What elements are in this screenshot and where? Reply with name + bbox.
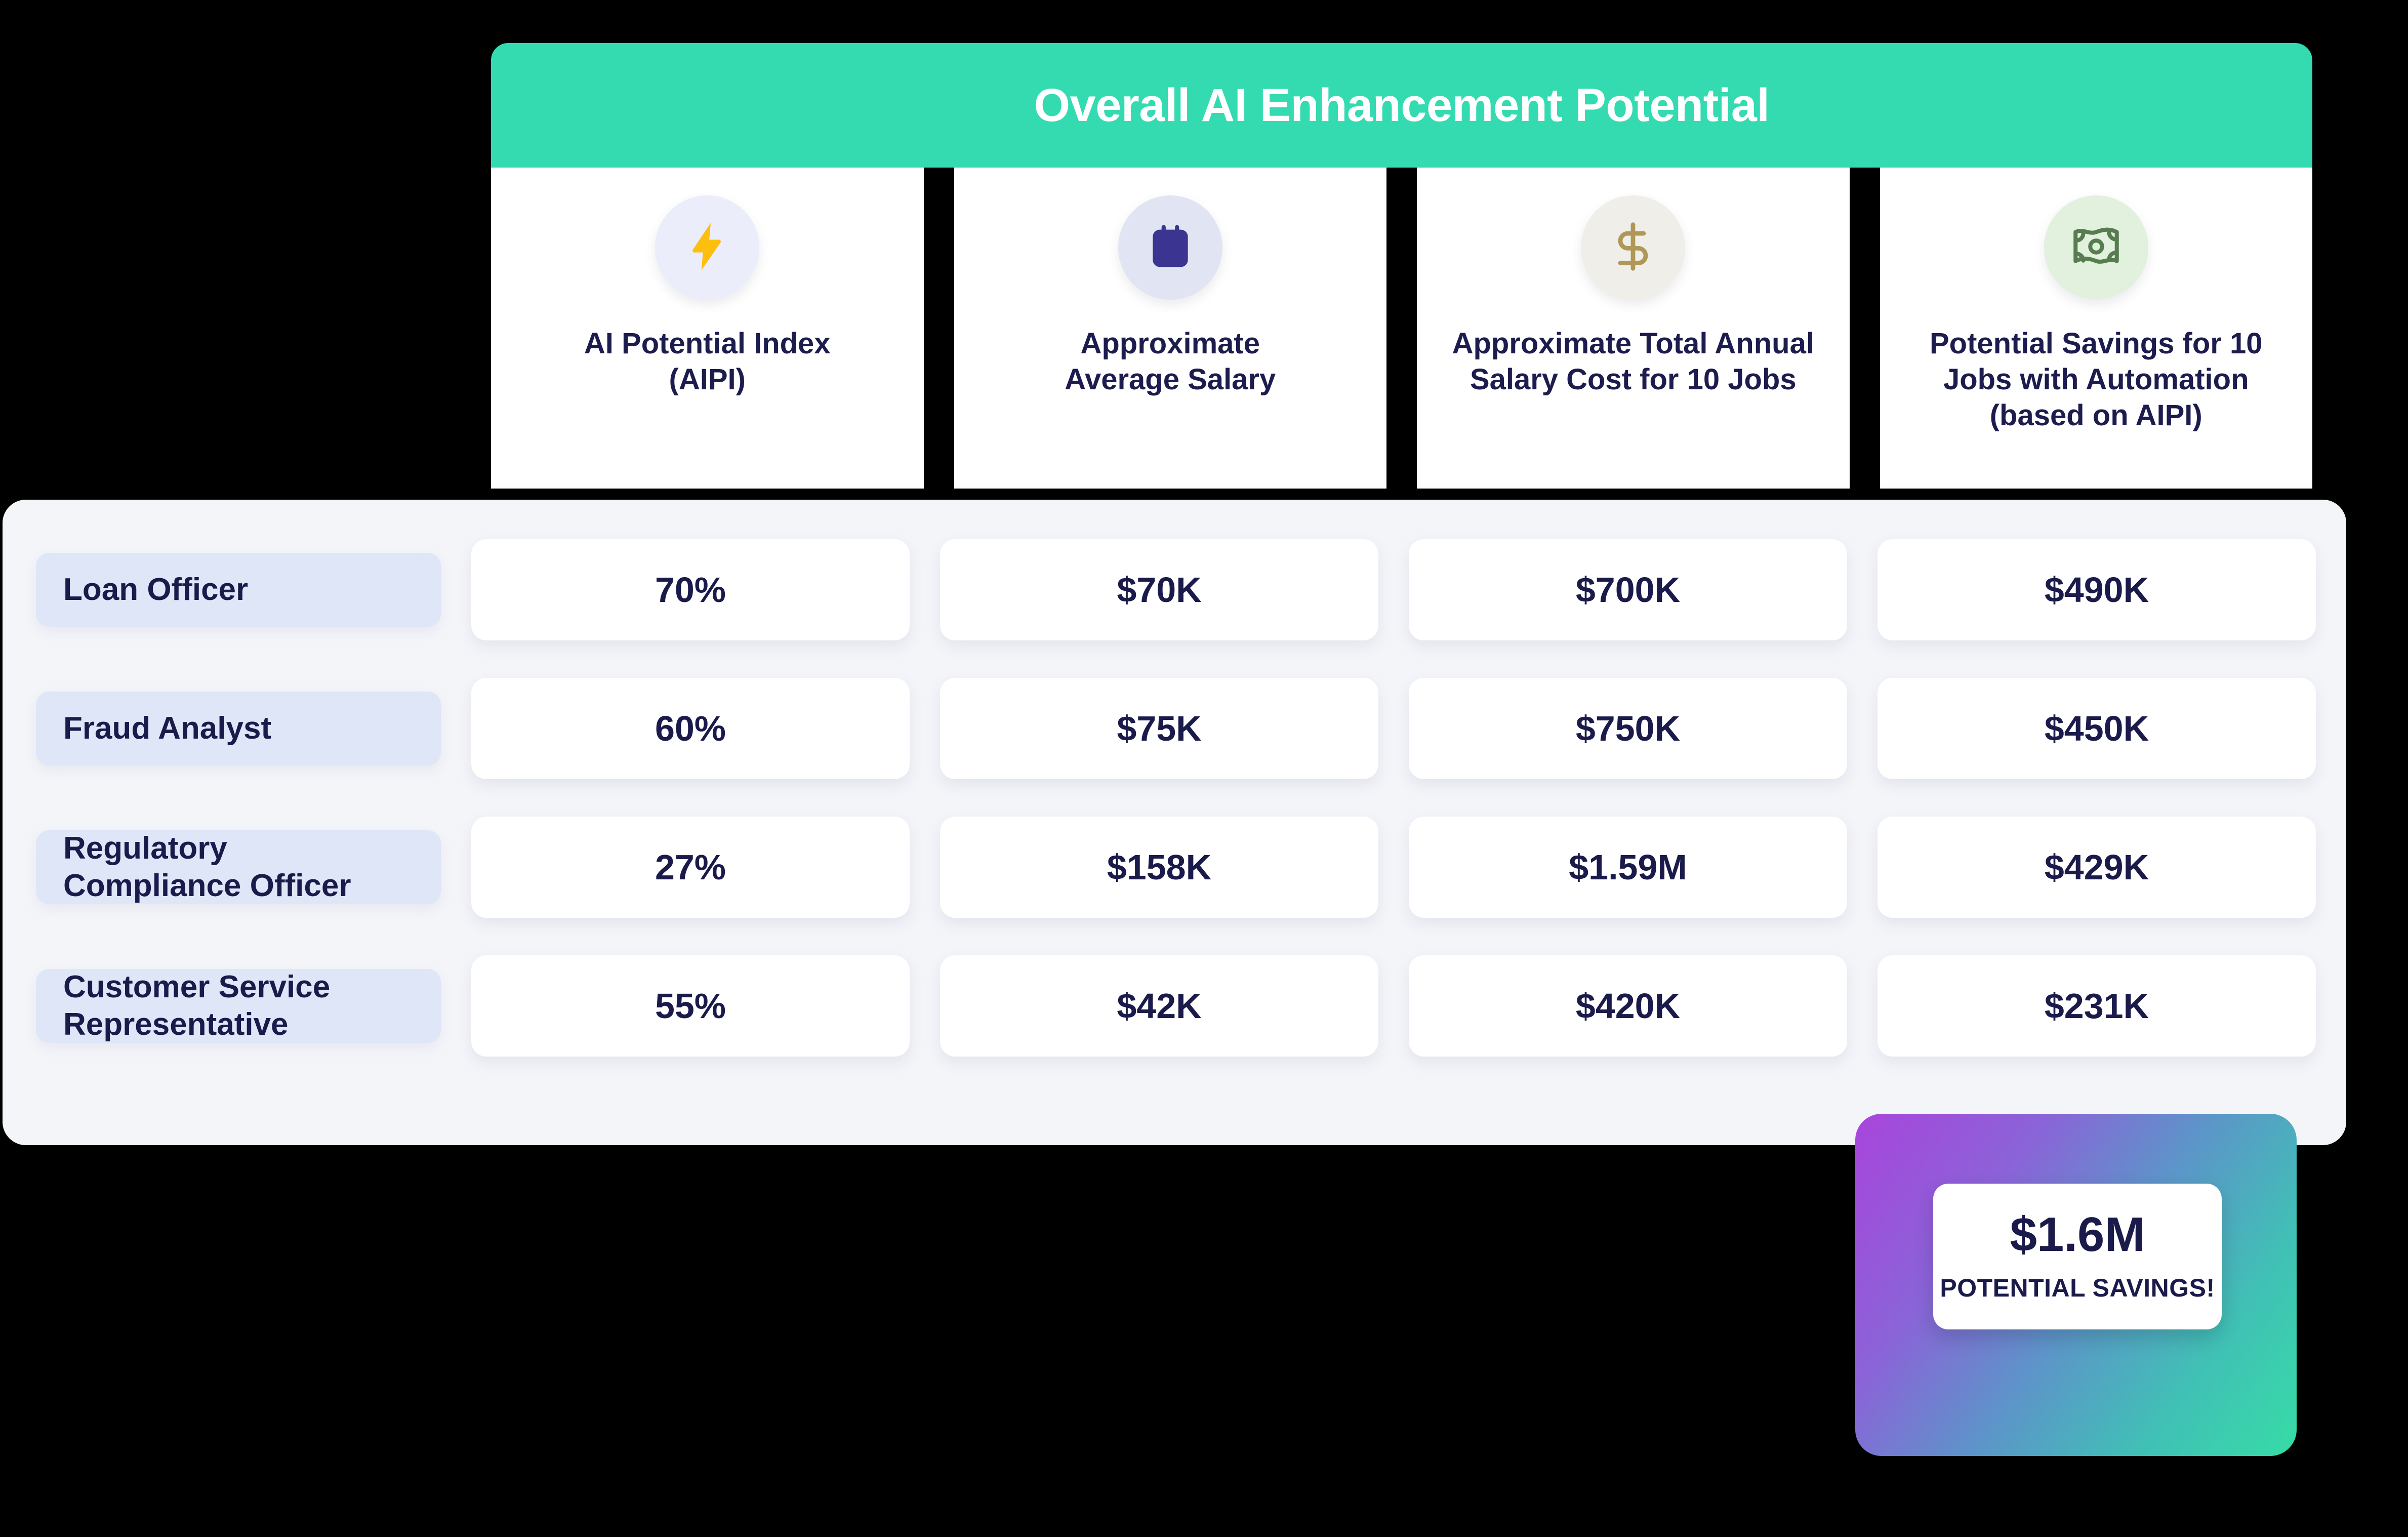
cell-total-cost: $1.59M (1409, 817, 1847, 918)
table-row: Fraud Analyst 60% $75K $750K $450K (36, 663, 2316, 794)
cell-total-cost: $700K (1409, 539, 1847, 640)
column-header-potential-savings: Potential Savings for 10 Jobs with Autom… (1880, 168, 2312, 489)
cell-avg-salary: $42K (940, 955, 1378, 1057)
lightning-bolt-icon-circle (655, 195, 760, 300)
row-label-regulatory-compliance-officer: Regulatory Compliance Officer (36, 830, 441, 904)
infographic-root: Overall AI Enhancement Potential AI Pote… (0, 0, 2408, 1537)
cell-savings: $231K (1878, 955, 2316, 1057)
row-label-fraud-analyst: Fraud Analyst (36, 692, 441, 765)
table-row: Regulatory Compliance Officer 27% $158K … (36, 801, 2316, 933)
cell-savings: $450K (1878, 678, 2316, 779)
cell-savings: $429K (1878, 817, 2316, 918)
row-label-customer-service-representative: Customer Service Representative (36, 969, 441, 1043)
column-header-label: Approximate Total Annual Salary Cost for… (1452, 327, 1814, 396)
dollar-sign-icon (1608, 221, 1658, 274)
calendar-icon-circle (1118, 195, 1222, 300)
column-header-aipi: AI Potential Index (AIPI) (491, 168, 924, 489)
column-header-label: Approximate Average Salary (1065, 327, 1276, 396)
cell-avg-salary: $70K (940, 539, 1378, 640)
column-header-average-salary: Approximate Average Salary (954, 168, 1386, 489)
savings-gradient-panel: $1.6M POTENTIAL SAVINGS! (1855, 1114, 2297, 1456)
cell-aipi: 27% (471, 817, 910, 918)
cell-savings: $490K (1878, 539, 2316, 640)
banknote-icon (2070, 220, 2123, 275)
cell-avg-salary: $158K (940, 817, 1378, 918)
column-header-label: Potential Savings for 10 Jobs with Autom… (1929, 327, 2263, 432)
cell-avg-salary: $75K (940, 678, 1378, 779)
cell-aipi: 55% (471, 955, 910, 1057)
lightning-bolt-icon (679, 218, 736, 277)
column-header-total-annual-cost: Approximate Total Annual Salary Cost for… (1417, 168, 1850, 489)
cell-total-cost: $750K (1409, 678, 1847, 779)
cell-aipi: 70% (471, 539, 910, 640)
data-table-panel: Loan Officer 70% $70K $700K $490K Fraud … (3, 500, 2346, 1145)
column-header-label: AI Potential Index (AIPI) (584, 327, 831, 396)
title-bar: Overall AI Enhancement Potential (491, 43, 2312, 168)
dollar-sign-icon-circle (1581, 195, 1686, 300)
savings-amount: $1.6M (2010, 1207, 2145, 1262)
cell-total-cost: $420K (1409, 955, 1847, 1057)
cell-aipi: 60% (471, 678, 910, 779)
table-row: Customer Service Representative 55% $42K… (36, 940, 2316, 1072)
header-table: Overall AI Enhancement Potential AI Pote… (491, 43, 2312, 489)
banknote-icon-circle (2044, 195, 2148, 300)
page-title: Overall AI Enhancement Potential (1034, 79, 1770, 131)
table-row: Loan Officer 70% $70K $700K $490K (36, 524, 2316, 656)
calendar-icon (1144, 220, 1197, 275)
savings-caption: POTENTIAL SAVINGS! (1940, 1274, 2215, 1302)
savings-badge: $1.6M POTENTIAL SAVINGS! (1933, 1184, 2222, 1329)
row-label-loan-officer: Loan Officer (36, 553, 441, 627)
column-header-row: AI Potential Index (AIPI) Approximate Av… (491, 168, 2312, 489)
